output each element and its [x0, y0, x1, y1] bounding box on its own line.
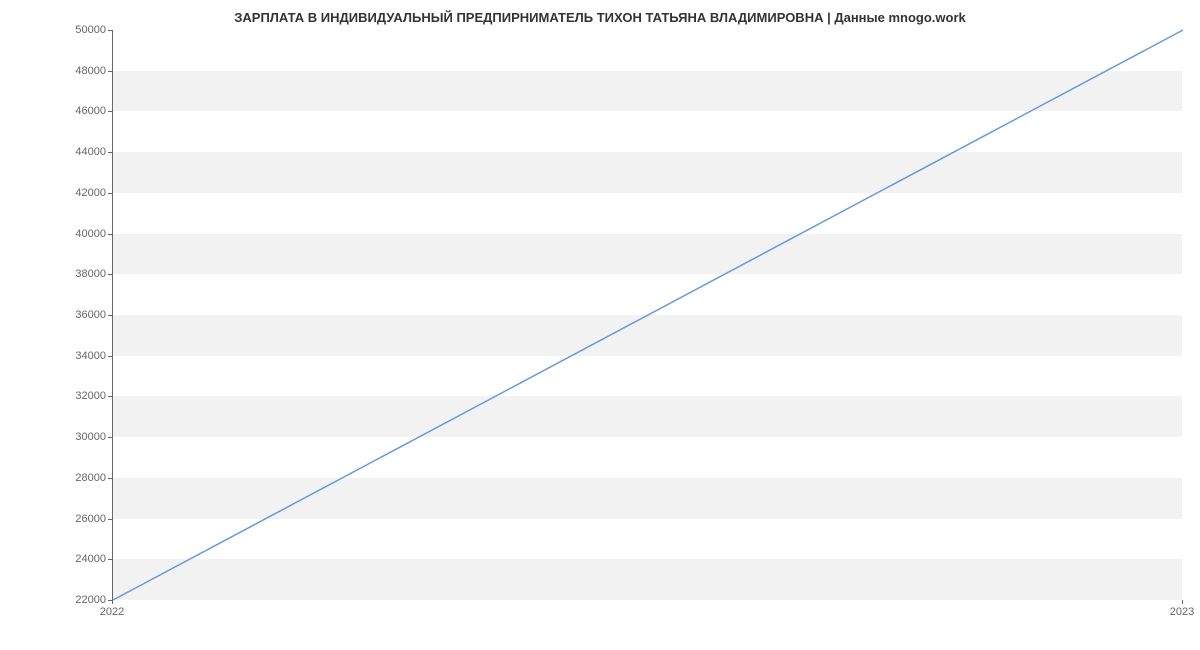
x-tick-label: 2022 [100, 606, 124, 618]
y-tick-label: 40000 [56, 228, 106, 240]
y-tick-label: 30000 [56, 431, 106, 443]
y-tick-mark [108, 437, 112, 438]
y-tick-label: 24000 [56, 553, 106, 565]
y-tick-label: 34000 [56, 350, 106, 362]
y-tick-label: 26000 [56, 513, 106, 525]
y-tick-mark [108, 396, 112, 397]
y-tick-mark [108, 559, 112, 560]
y-tick-label: 32000 [56, 390, 106, 402]
y-tick-mark [108, 152, 112, 153]
y-tick-mark [108, 30, 112, 31]
x-tick-mark [112, 600, 113, 604]
y-tick-mark [108, 111, 112, 112]
y-tick-mark [108, 71, 112, 72]
x-tick-mark [1182, 600, 1183, 604]
plot-area [112, 30, 1182, 600]
y-tick-mark [108, 478, 112, 479]
y-tick-label: 42000 [56, 187, 106, 199]
data-line [113, 30, 1182, 599]
y-tick-label: 38000 [56, 268, 106, 280]
y-tick-label: 44000 [56, 146, 106, 158]
y-tick-mark [108, 274, 112, 275]
y-tick-mark [108, 519, 112, 520]
y-tick-mark [108, 193, 112, 194]
y-tick-label: 36000 [56, 309, 106, 321]
x-tick-label: 2023 [1170, 606, 1194, 618]
y-tick-mark [108, 234, 112, 235]
y-tick-label: 46000 [56, 105, 106, 117]
y-tick-label: 22000 [56, 594, 106, 606]
y-tick-mark [108, 315, 112, 316]
y-tick-mark [108, 356, 112, 357]
y-tick-label: 50000 [56, 24, 106, 36]
y-tick-label: 28000 [56, 472, 106, 484]
y-tick-label: 48000 [56, 65, 106, 77]
chart-title: ЗАРПЛАТА В ИНДИВИДУАЛЬНЫЙ ПРЕДПИРНИМАТЕЛ… [0, 10, 1200, 25]
